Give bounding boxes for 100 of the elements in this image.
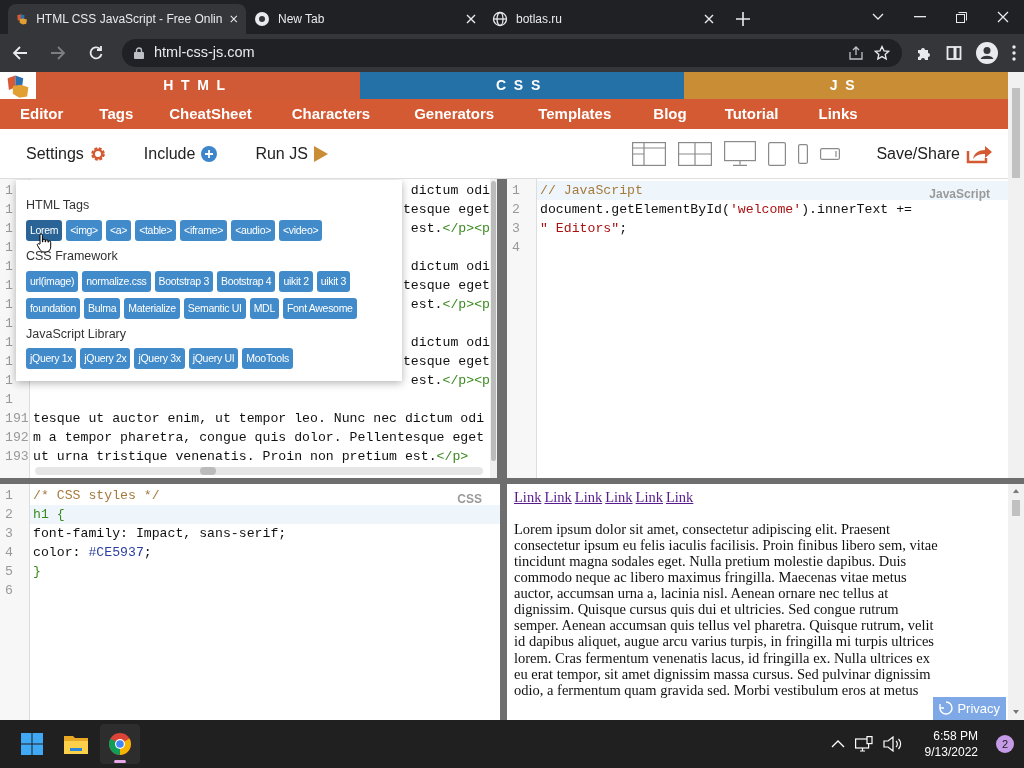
network-icon[interactable] [854, 736, 873, 752]
notification-count[interactable]: 2 [996, 735, 1014, 753]
code-line[interactable]: document.getElementById('welcome').innerText += [540, 202, 912, 217]
clock-time[interactable]: 6:58 PM [924, 728, 978, 744]
insert-button[interactable]: <a> [105, 219, 132, 241]
plus-circle-icon[interactable] [201, 145, 218, 162]
insert-button[interactable]: <iframe> [180, 219, 228, 241]
code-line[interactable]: h1 { [33, 507, 65, 522]
code-line[interactable]: dictum odi [410, 259, 490, 274]
close-icon[interactable] [997, 11, 1009, 23]
minimize-icon[interactable] [914, 16, 926, 18]
menu-link[interactable]: Tutorial [724, 102, 779, 126]
star-icon[interactable] [874, 45, 890, 61]
insert-button[interactable]: foundation [26, 297, 81, 319]
insert-button[interactable]: Font Awesome [282, 297, 357, 319]
chevron-down-icon[interactable] [872, 13, 884, 21]
tablet-icon[interactable] [768, 141, 787, 166]
share-arrow-icon[interactable] [966, 143, 992, 164]
insert-button[interactable]: <table> [135, 219, 177, 241]
speaker-icon[interactable] [882, 736, 903, 752]
insert-button[interactable]: MDL [249, 297, 279, 319]
monitor-icon[interactable] [724, 140, 757, 167]
reload-icon[interactable] [88, 45, 104, 61]
menu-link[interactable]: Tags [99, 102, 134, 126]
code-line[interactable]: ut urna tristique venenatis. Proin non pretium est.</p> [33, 449, 469, 464]
code-line[interactable]: est.</p><p [410, 297, 490, 312]
menu-link[interactable]: Links [818, 102, 858, 126]
code-line[interactable]: tesque eget [402, 202, 490, 217]
include-button[interactable]: Include [143, 141, 196, 166]
insert-button[interactable]: uikit 3 [316, 270, 351, 292]
preview-link[interactable]: Link [665, 489, 694, 505]
code-line[interactable]: tesque eget [402, 278, 490, 293]
insert-button[interactable]: Bootstrap 3 [154, 270, 213, 292]
insert-button[interactable]: Lorem [26, 219, 63, 241]
browser-tab[interactable]: botlas.ru [484, 4, 722, 34]
insert-button[interactable]: uikit 2 [279, 270, 313, 292]
insert-button[interactable]: Semantic UI [183, 297, 246, 319]
taskbar-app-button[interactable] [100, 724, 140, 764]
save-share-button[interactable]: Save/Share [876, 141, 960, 166]
section-tab[interactable]: JS [684, 72, 1008, 99]
scrollbar[interactable] [1008, 484, 1024, 720]
more-menu-icon[interactable] [1012, 45, 1016, 61]
code-line[interactable]: // JavaScript [540, 183, 643, 198]
code-line[interactable]: /* CSS styles */ [33, 488, 160, 503]
address-bar[interactable]: html-css-js.com [122, 39, 902, 67]
code-line[interactable]: dictum odi [410, 183, 490, 198]
settings-button[interactable]: Settings [26, 141, 84, 166]
insert-button[interactable]: normalize.css [82, 270, 151, 292]
restore-icon[interactable] [956, 11, 967, 23]
preview-link[interactable]: Link [574, 489, 603, 505]
share-icon[interactable] [848, 45, 864, 61]
back-arrow-icon[interactable] [12, 45, 28, 61]
menu-link[interactable]: Templates [538, 102, 612, 126]
scrollbar[interactable] [1008, 72, 1024, 478]
insert-button[interactable]: jQuery 3x [134, 348, 185, 370]
side-panel-icon[interactable] [946, 45, 962, 61]
code-line[interactable]: font-family: Impact, sans-serif; [33, 526, 287, 541]
clock-date[interactable]: 9/13/2022 [924, 744, 978, 760]
close-icon[interactable] [466, 14, 476, 24]
layout-icon[interactable] [678, 141, 713, 166]
new-tab-icon[interactable] [736, 12, 750, 26]
insert-button[interactable]: jQuery 2x [80, 348, 131, 370]
insert-button[interactable]: <img> [66, 219, 102, 241]
insert-button[interactable]: MooTools [242, 348, 293, 370]
scrollbar[interactable] [35, 467, 483, 475]
preview-link[interactable]: Link [635, 489, 663, 505]
insert-button[interactable]: jQuery UI [188, 348, 239, 370]
privacy-badge[interactable]: Privacy [933, 696, 1006, 720]
close-icon[interactable] [704, 14, 714, 24]
insert-button[interactable]: jQuery 1x [26, 348, 77, 370]
phone-landscape-icon[interactable] [820, 147, 841, 160]
code-line[interactable]: dictum odi [410, 335, 490, 350]
insert-button[interactable]: <video> [279, 219, 323, 241]
insert-button[interactable]: Bootstrap 4 [216, 270, 276, 292]
preview-link[interactable]: Link [544, 489, 572, 505]
code-line[interactable]: est.</p><p [410, 221, 490, 236]
insert-button[interactable]: Bulma [84, 297, 121, 319]
insert-button[interactable]: Materialize [124, 297, 180, 319]
code-line[interactable]: est.</p><p [410, 373, 490, 388]
insert-button[interactable]: <audio> [231, 219, 275, 241]
browser-tab[interactable]: New Tab [246, 4, 484, 34]
code-line[interactable]: tesque ut auctor enim, ut tempor leo. Nunc nec dictum odi [33, 411, 485, 426]
close-icon[interactable] [230, 14, 238, 24]
chevron-up-icon[interactable] [830, 740, 845, 748]
scrollbar[interactable] [490, 179, 497, 478]
browser-tab[interactable]: HTML CSS JavaScript - Free Onlin [8, 4, 246, 34]
menu-link[interactable]: Editor [20, 102, 64, 126]
puzzle-piece-icon[interactable] [916, 45, 932, 61]
preview-link[interactable]: Link [514, 489, 542, 505]
preview-link[interactable]: Link [605, 489, 633, 505]
menu-link[interactable]: Blog [653, 102, 687, 126]
layout-icon[interactable] [632, 141, 667, 166]
run-button[interactable]: Run JS [255, 141, 308, 166]
code-line[interactable]: m a tempor pharetra, congue quis dolor. Pellentesque eget [33, 430, 485, 445]
profile-avatar-icon[interactable] [976, 42, 998, 64]
play-icon[interactable] [313, 145, 328, 162]
menu-link[interactable]: CheatSheet [169, 102, 252, 126]
phone-icon[interactable] [798, 143, 809, 164]
code-line[interactable]: color: #CE5937; [33, 545, 152, 560]
code-line[interactable]: " Editors"; [540, 221, 628, 236]
